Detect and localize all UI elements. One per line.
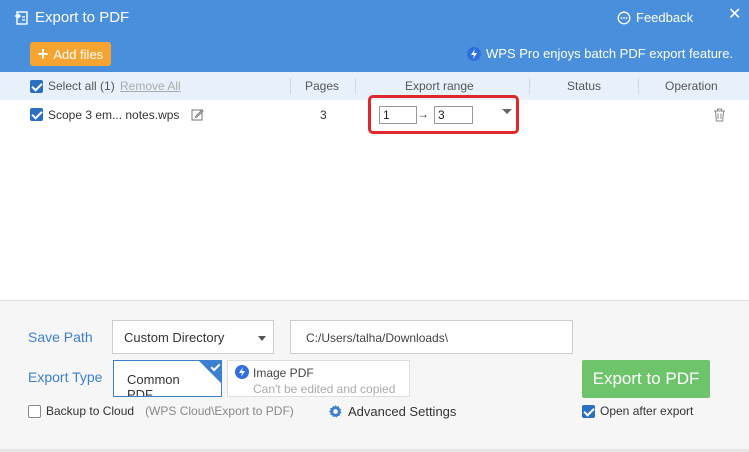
chevron-down-icon bbox=[258, 336, 266, 341]
feedback-label: Feedback bbox=[636, 10, 694, 25]
pro-note[interactable]: WPS Pro enjoys batch PDF export feature. bbox=[467, 46, 733, 61]
common-pdf-option[interactable]: Common PDF bbox=[113, 360, 222, 397]
image-pdf-sublabel: Can't be edited and copied bbox=[253, 382, 396, 396]
lightning-bolt-icon bbox=[235, 365, 249, 379]
advanced-settings-label: Advanced Settings bbox=[348, 404, 457, 419]
feedback-button[interactable]: Feedback bbox=[617, 10, 693, 25]
common-pdf-label: Common PDF bbox=[127, 372, 180, 397]
column-divider bbox=[638, 78, 639, 94]
add-files-button[interactable]: + Add files bbox=[30, 42, 111, 66]
range-from-input[interactable]: 1 bbox=[379, 106, 417, 124]
select-all-checkbox[interactable] bbox=[30, 80, 43, 94]
open-after-export-option[interactable]: Open after export bbox=[582, 404, 693, 418]
range-arrow-icon: → bbox=[417, 107, 429, 121]
backup-to-cloud-option[interactable]: Backup to Cloud (WPS Cloud\Export to PDF… bbox=[28, 404, 294, 418]
column-header-operation: Operation bbox=[665, 79, 718, 93]
backup-checkbox[interactable] bbox=[28, 404, 41, 418]
export-pdf-icon bbox=[15, 11, 28, 25]
backup-hint: (WPS Cloud\Export to PDF) bbox=[145, 404, 294, 418]
export-type-label: Export Type bbox=[28, 369, 103, 385]
file-name: Scope 3 em... notes.wps bbox=[48, 108, 180, 122]
column-divider bbox=[529, 78, 530, 94]
range-dropdown-icon[interactable] bbox=[502, 109, 512, 114]
column-header-pages: Pages bbox=[305, 79, 340, 93]
open-after-label: Open after export bbox=[600, 404, 694, 418]
add-files-label: Add files bbox=[53, 46, 104, 62]
image-pdf-option[interactable]: Image PDF Can't be edited and copied bbox=[227, 360, 410, 397]
range-to-input[interactable]: 3 bbox=[434, 106, 473, 124]
export-to-pdf-button[interactable]: Export to PDF bbox=[582, 360, 710, 398]
pencil-edit-icon[interactable] bbox=[191, 108, 204, 121]
save-path-select[interactable]: Custom Directory bbox=[112, 320, 274, 354]
plus-icon: + bbox=[37, 44, 49, 64]
backup-label: Backup to Cloud bbox=[46, 404, 135, 418]
window-title: Export to PDF bbox=[35, 9, 130, 26]
gear-icon bbox=[328, 404, 342, 418]
select-all-label: Select all (1) bbox=[48, 79, 115, 93]
save-path-label: Save Path bbox=[28, 329, 93, 345]
column-header-export-range: Export range bbox=[405, 79, 474, 93]
trash-icon[interactable] bbox=[713, 108, 726, 122]
chat-bubble-icon bbox=[617, 11, 631, 24]
column-divider bbox=[355, 78, 356, 94]
save-path-option: Custom Directory bbox=[124, 330, 225, 345]
image-pdf-label: Image PDF bbox=[253, 366, 314, 380]
row-checkbox[interactable] bbox=[30, 108, 43, 121]
title-bar: Export to PDF Feedback ✕ + Add files WPS… bbox=[0, 0, 749, 72]
column-header-status: Status bbox=[567, 79, 602, 93]
page-count: 3 bbox=[320, 108, 327, 122]
open-after-checkbox[interactable] bbox=[582, 404, 595, 418]
close-button[interactable]: ✕ bbox=[728, 7, 741, 23]
advanced-settings-button[interactable]: Advanced Settings bbox=[328, 404, 456, 419]
save-path-field[interactable]: C:/Users/talha/Downloads\ bbox=[290, 320, 573, 354]
remove-all-link[interactable]: Remove All bbox=[120, 79, 181, 93]
column-divider bbox=[290, 78, 291, 94]
pro-note-text: WPS Pro enjoys batch PDF export feature. bbox=[486, 46, 734, 61]
lightning-bolt-icon bbox=[467, 46, 481, 61]
